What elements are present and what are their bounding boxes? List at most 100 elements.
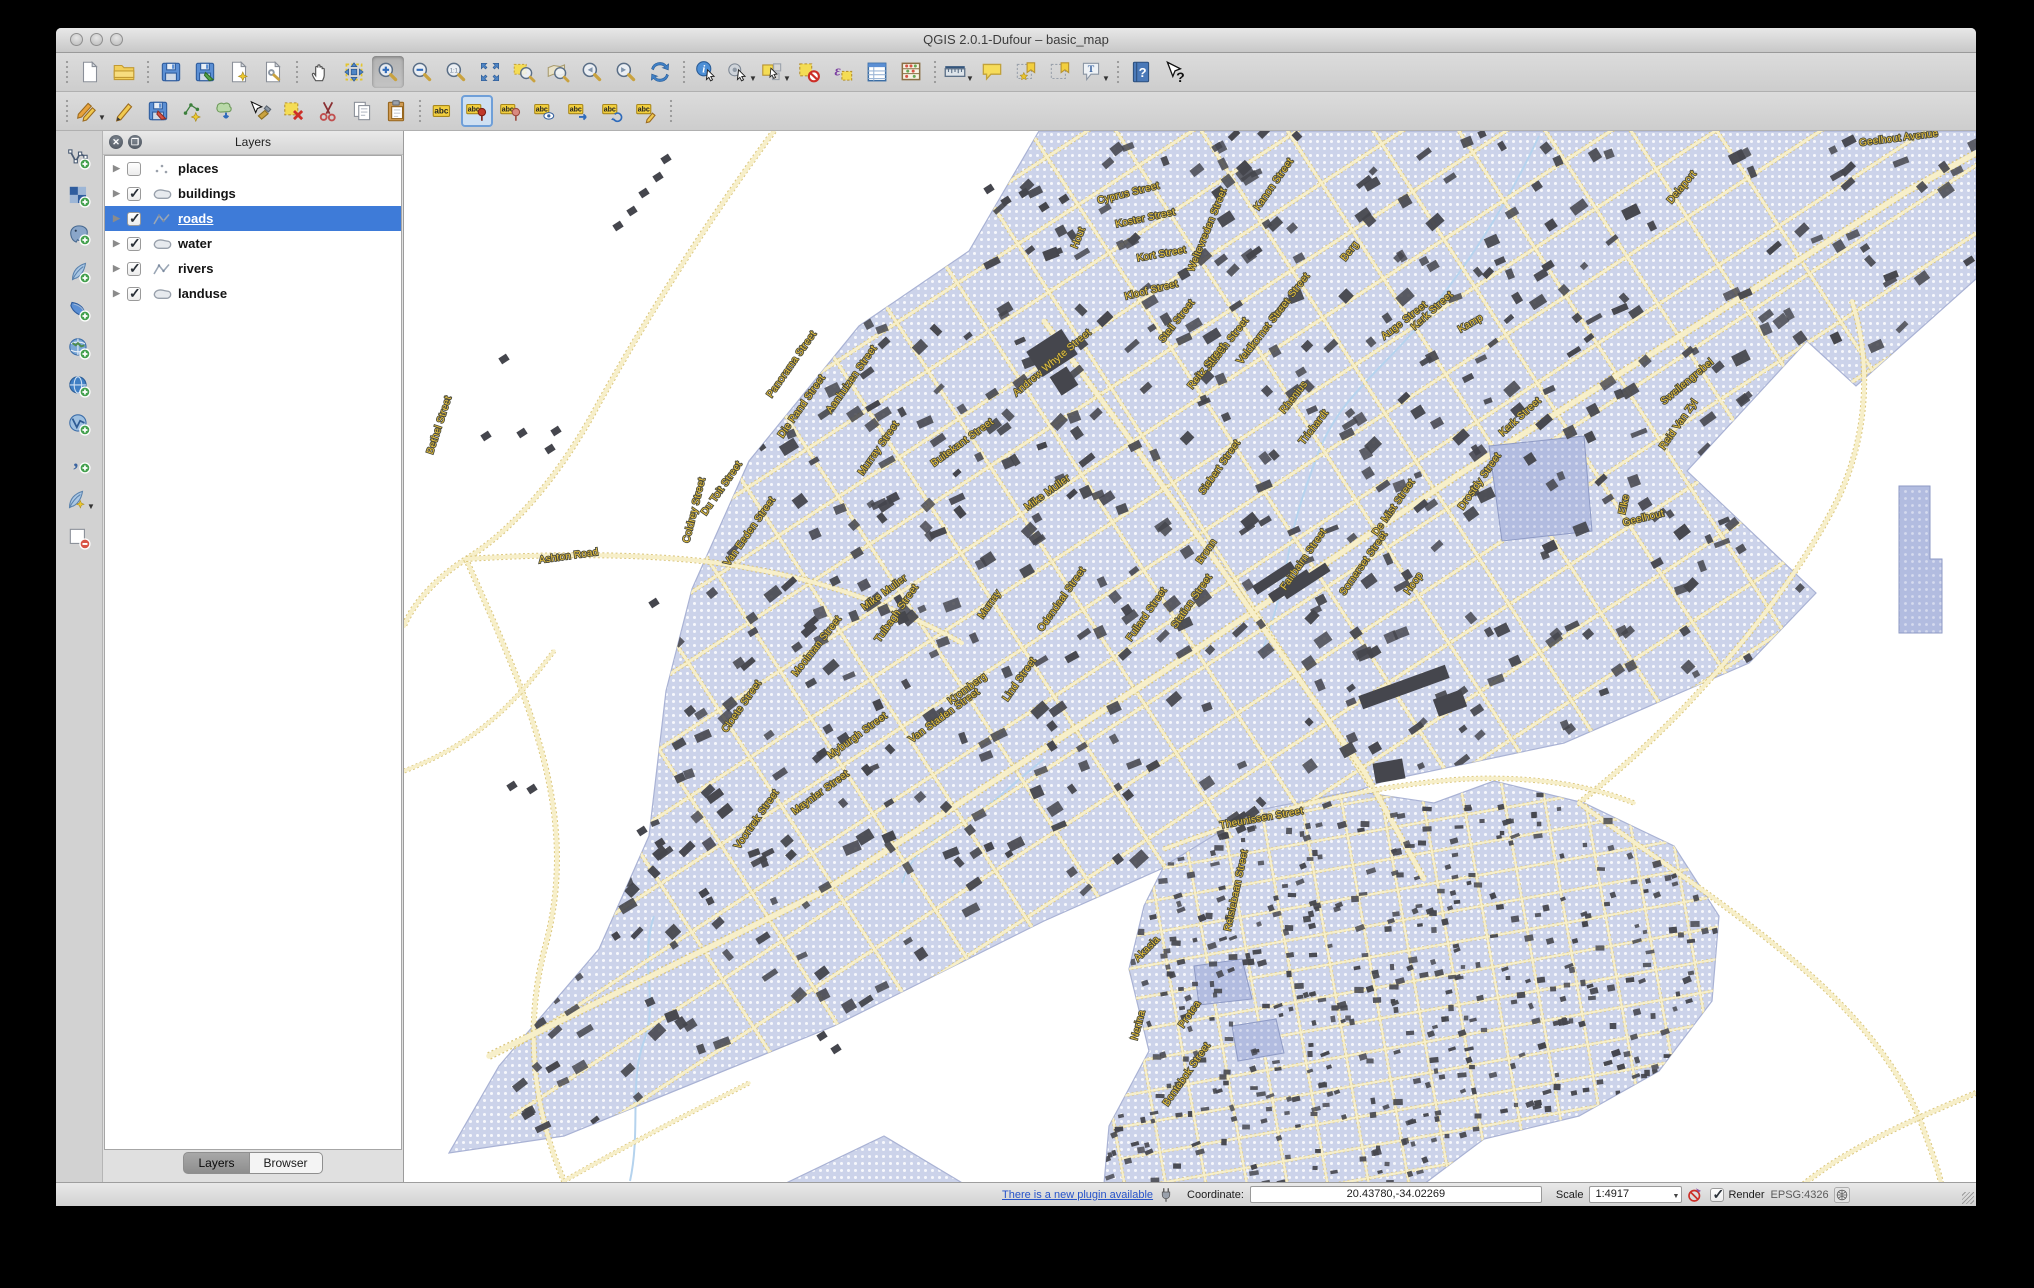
copy-features-button[interactable] [346, 95, 378, 127]
dropdown-arrow-icon[interactable]: ▼ [87, 502, 95, 511]
text-annotation-button[interactable]: T▼ [1078, 56, 1110, 88]
zoom-to-layer-button[interactable] [542, 56, 574, 88]
zoom-in-button[interactable] [372, 56, 404, 88]
pan-map-button[interactable] [304, 56, 336, 88]
labeling-button[interactable]: abc [427, 95, 459, 127]
zoom-full-button[interactable] [474, 56, 506, 88]
rotate-label-button[interactable]: abc [597, 95, 629, 127]
add-wfs-layer-button[interactable] [63, 408, 95, 440]
save-project-as-button[interactable] [189, 56, 221, 88]
render-checkbox[interactable] [1710, 1188, 1724, 1202]
dropdown-arrow-icon[interactable]: ▼ [966, 74, 974, 83]
expand-arrow-icon[interactable]: ▶ [113, 288, 127, 299]
dropdown-arrow-icon[interactable]: ▼ [98, 113, 106, 122]
composer-manager-button[interactable] [257, 56, 289, 88]
layer-visibility-checkbox[interactable] [127, 187, 141, 201]
current-edits-button[interactable]: ▼ [74, 95, 106, 127]
add-feature-button[interactable] [176, 95, 208, 127]
add-raster-layer-button[interactable] [63, 180, 95, 212]
panel-close-icon[interactable]: ✕ [109, 135, 123, 149]
zoom-to-selection-button[interactable] [508, 56, 540, 88]
expand-arrow-icon[interactable]: ▶ [113, 188, 127, 199]
highlight-pinned-labels-button[interactable]: abc [495, 95, 527, 127]
save-layer-edits-button[interactable] [142, 95, 174, 127]
stop-render-icon[interactable] [1686, 1186, 1704, 1204]
dropdown-arrow-icon[interactable]: ▼ [749, 74, 757, 83]
save-project-button[interactable] [155, 56, 187, 88]
layer-visibility-checkbox[interactable] [127, 287, 141, 301]
new-project-button[interactable] [74, 56, 106, 88]
dropdown-arrow-icon[interactable]: ▼ [1102, 74, 1110, 83]
whats-this-button[interactable]: ? [1159, 56, 1191, 88]
zoom-last-button[interactable] [576, 56, 608, 88]
dock-tab-browser[interactable]: Browser [250, 1152, 323, 1174]
pin-labels-button[interactable]: abc [461, 95, 493, 127]
deselect-features-button[interactable] [793, 56, 825, 88]
expand-arrow-icon[interactable]: ▶ [113, 213, 127, 224]
scale-dropdown-icon[interactable]: ▼ [1673, 1189, 1680, 1204]
layer-item-water[interactable]: ▶water [105, 231, 401, 256]
paste-features-button[interactable] [380, 95, 412, 127]
measure-button[interactable]: ▼ [942, 56, 974, 88]
help-button[interactable]: ? [1125, 56, 1157, 88]
zoom-native-button[interactable]: 1:1 [440, 56, 472, 88]
map-tips-button[interactable] [976, 56, 1008, 88]
attribute-table-button[interactable] [861, 56, 893, 88]
plugin-notification-link[interactable]: There is a new plugin available [1002, 1189, 1153, 1201]
coordinate-input[interactable]: 20.43780,-34.02269 [1250, 1186, 1542, 1203]
resize-grip[interactable] [1962, 1192, 1974, 1204]
layer-visibility-checkbox[interactable] [127, 237, 141, 251]
map-canvas[interactable]: Geelhout AvenueDelaportBergAuge StreetFa… [404, 131, 1976, 1184]
add-postgis-layer-button[interactable] [63, 218, 95, 250]
new-shapefile-layer-button[interactable]: ▼ [63, 484, 95, 516]
layer-visibility-checkbox[interactable] [127, 212, 141, 226]
add-wcs-layer-button[interactable] [63, 370, 95, 402]
add-delimited-text-button[interactable]: , [63, 446, 95, 478]
add-mssql-layer-button[interactable] [63, 294, 95, 326]
toggle-editing-button[interactable] [108, 95, 140, 127]
new-composer-button[interactable] [223, 56, 255, 88]
add-spatialite-layer-button[interactable] [63, 256, 95, 288]
panel-float-icon[interactable]: ❐ [128, 135, 142, 149]
move-label-button[interactable]: abc [563, 95, 595, 127]
title-bar[interactable]: QGIS 2.0.1-Dufour – basic_map [56, 28, 1976, 53]
layer-visibility-checkbox[interactable] [127, 262, 141, 276]
dropdown-arrow-icon[interactable]: ▼ [783, 74, 791, 83]
move-feature-button[interactable] [210, 95, 242, 127]
crs-settings-icon[interactable] [1833, 1186, 1851, 1204]
show-bookmarks-button[interactable] [1044, 56, 1076, 88]
scale-combo[interactable]: 1:4917▼ [1589, 1186, 1682, 1203]
open-project-button[interactable] [108, 56, 140, 88]
feature-action-button[interactable]: ▼ [725, 56, 757, 88]
remove-layer-button[interactable] [63, 522, 95, 554]
layer-item-buildings[interactable]: ▶buildings [105, 181, 401, 206]
node-tool-button[interactable] [244, 95, 276, 127]
add-vector-layer-button[interactable] [63, 142, 95, 174]
refresh-button[interactable] [644, 56, 676, 88]
toolbar-separator [62, 59, 71, 85]
layer-item-roads[interactable]: ▶roads [105, 206, 401, 231]
change-label-button[interactable]: abc [631, 95, 663, 127]
pan-to-selection-button[interactable] [338, 56, 370, 88]
expand-arrow-icon[interactable]: ▶ [113, 163, 127, 174]
field-calculator-button[interactable] [895, 56, 927, 88]
show-hide-labels-button[interactable]: abc [529, 95, 561, 127]
expand-arrow-icon[interactable]: ▶ [113, 238, 127, 249]
select-features-button[interactable]: ▼ [759, 56, 791, 88]
expand-arrow-icon[interactable]: ▶ [113, 263, 127, 274]
cut-features-button[interactable] [312, 95, 344, 127]
identify-button[interactable]: i [691, 56, 723, 88]
layer-visibility-checkbox[interactable] [127, 162, 141, 176]
dock-tab-layers[interactable]: Layers [183, 1152, 249, 1174]
plugin-icon[interactable] [1157, 1186, 1175, 1204]
layer-item-landuse[interactable]: ▶landuse [105, 281, 401, 306]
new-bookmark-button[interactable] [1010, 56, 1042, 88]
layer-item-rivers[interactable]: ▶rivers [105, 256, 401, 281]
add-wms-layer-button[interactable] [63, 332, 95, 364]
select-by-expression-button[interactable]: ε [827, 56, 859, 88]
layer-item-places[interactable]: ▶places [105, 156, 401, 181]
delete-selected-button[interactable] [278, 95, 310, 127]
toolbar-separator [292, 59, 301, 85]
zoom-next-button[interactable] [610, 56, 642, 88]
zoom-out-button[interactable] [406, 56, 438, 88]
